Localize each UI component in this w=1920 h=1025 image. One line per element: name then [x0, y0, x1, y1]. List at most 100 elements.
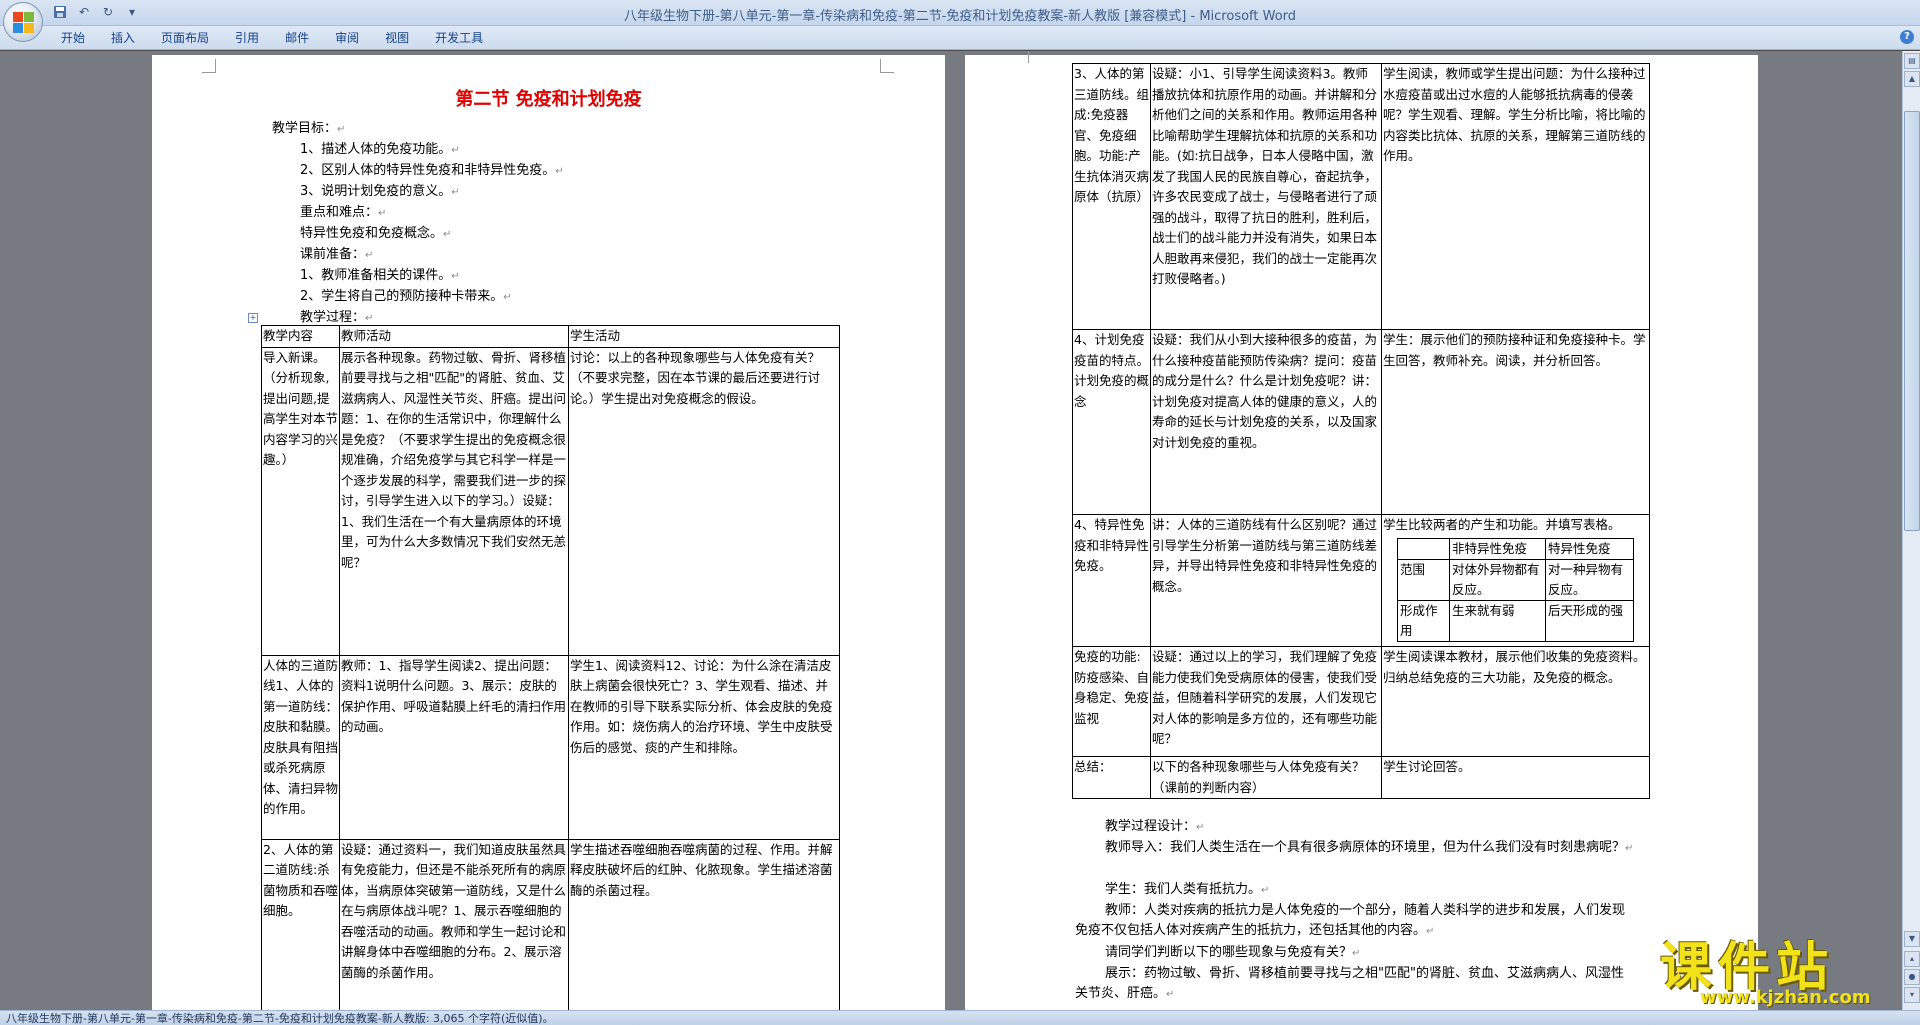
scroll-thumb[interactable]	[1904, 111, 1920, 531]
table-cell: 讨论：以上的各种现象哪些与人体免疫有关？（不要求完整，因在本节课的最后还要进行讨…	[568, 346, 840, 656]
help-icon[interactable]: ?	[1900, 30, 1914, 44]
status-bar: 八年级生物下册-第八单元-第一章-传染病和免疫-第二节-免疫和计划免疫教案-新人…	[0, 1010, 1920, 1025]
window-title: 八年级生物下册-第八单元-第一章-传染病和免疫-第二节-免疫和计划免疫教案-新人…	[623, 9, 1297, 24]
table-cell: 学生阅读，教师或学生提出问题：为什么接种过水痘疫苗或出过水痘的人能够抵抗病毒的侵…	[1381, 63, 1650, 330]
table-header-cell: 教学内容	[261, 325, 340, 348]
table-cell: 导入新课。（分析现象,提出问题,提高学生对本节内容学习的兴趣。）	[261, 346, 340, 656]
document-workspace: 第二节 免疫和计划免疫 教学目标：↵ 1、描述人体的免疫功能。↵ 2、区别人体的…	[0, 51, 1902, 1010]
table-cell: 设疑：我们从小到大接种很多的疫苗，为什么接种疫苗能预防传染病？提问：疫苗的成分是…	[1150, 329, 1382, 515]
title-bar: ↶ ↻ ▾ 八年级生物下册-第八单元-第一章-传染病和免疫-第二节-免疫和计划免…	[0, 0, 1920, 42]
comparison-cell: 生来就有弱	[1449, 599, 1546, 642]
table-row: 2、人体的第二道防线:杀菌物质和吞噬细胞。 设疑：通过资料一，我们知道皮肤虽然具…	[261, 838, 840, 1010]
redo-icon[interactable]: ↻	[98, 3, 118, 21]
comparison-cell: 对体外异物都有反应。	[1449, 558, 1546, 601]
table-cell: 设疑：通过以上的学习，我们理解了免疫能力使我们免受病原体的侵害，使我们受益，但随…	[1150, 646, 1382, 757]
comparison-cell: 形成作用	[1397, 599, 1450, 642]
table-cell: 人体的三道防线1、人体的第一道防线：皮肤和黏膜。皮肤具有阻挡或杀死病原体、清扫异…	[261, 654, 340, 840]
comparison-cell: 对一种异物有反应。	[1545, 558, 1634, 601]
table-cell: 学生讨论回答。	[1381, 756, 1650, 799]
table-cell: 2、人体的第二道防线:杀菌物质和吞噬细胞。	[261, 838, 340, 1010]
table-cell: 设疑：小1、引导学生阅读资料3。教师播放抗体和抗原作用的动画。并讲解和分析他们之…	[1150, 63, 1382, 330]
table-row: 4、计划免疫疫苗的特点。计划免疫的概念 设疑：我们从小到大接种很多的疫苗，为什么…	[1072, 329, 1650, 515]
table-header-cell: 学生活动	[568, 325, 840, 348]
table-row: 总结： 以下的各种现象哪些与人体免疫有关？（课前的判断内容） 学生讨论回答。	[1072, 756, 1650, 799]
body-line: 展示：药物过敏、骨折、肾移植前要寻找与之相"匹配"的肾脏、贫血、艾滋病病人、风湿…	[1075, 966, 1624, 1001]
margin-corner-mark	[1015, 51, 1029, 63]
lesson-table-page2: 3、人体的第三道防线。组成:免疫器官、免疫细胞。功能:产生抗体消灭病原体（抗原）…	[1072, 63, 1650, 799]
scroll-up-icon[interactable]: ▲	[1904, 71, 1920, 87]
body-line: 学生：我们人类有抵抗力。↵	[1105, 882, 1270, 897]
table-cell: 总结：	[1072, 756, 1151, 799]
document-page-2[interactable]: 3、人体的第三道防线。组成:免疫器官、免疫细胞。功能:产生抗体消灭病原体（抗原）…	[965, 51, 1758, 1010]
vertical-scrollbar[interactable]: ▤ ▲ ▼ ▴ ● ▾	[1902, 51, 1920, 1010]
table-cell: 免疫的功能:防疫感染、自身稳定、免疫监视	[1072, 646, 1151, 757]
undo-icon[interactable]: ↶	[74, 3, 94, 21]
table-row: 导入新课。（分析现象,提出问题,提高学生对本节内容学习的兴趣。） 展示各种现象。…	[261, 346, 840, 656]
margin-corner-mark	[202, 59, 216, 73]
ruler-toggle-icon[interactable]: ▤	[1904, 53, 1920, 69]
table-cell: 学生比较两者的产生和功能。并填写表格。 非特异性免疫 特异性免疫 范围 对体外异…	[1381, 514, 1650, 647]
table-row: 3、人体的第三道防线。组成:免疫器官、免疫细胞。功能:产生抗体消灭病原体（抗原）…	[1072, 63, 1650, 330]
body-line: 请同学们判断以下的哪些现象与免疫有关？↵	[1105, 945, 1361, 960]
table-cell: 展示各种现象。药物过敏、骨折、肾移植前要寻找与之相"匹配"的肾脏、贫血、艾滋病病…	[339, 346, 569, 656]
intro-line: 教学目标：↵	[272, 121, 346, 136]
save-icon[interactable]	[50, 3, 70, 21]
office-logo-icon	[13, 12, 35, 34]
intro-line: 课前准备：↵	[300, 247, 374, 262]
table-cell-text: 学生比较两者的产生和功能。并填写表格。	[1383, 517, 1621, 532]
intro-line: 1、描述人体的免疫功能。↵	[300, 142, 460, 157]
ribbon-tab[interactable]: 插入	[98, 29, 148, 48]
intro-line: 2、学生将自己的预防接种卡带来。↵	[300, 289, 512, 304]
ribbon-tab[interactable]: 引用	[222, 29, 272, 48]
comparison-row: 范围 对体外异物都有反应。 对一种异物有反应。	[1397, 558, 1634, 601]
table-header-row: 教学内容 教师活动 学生活动	[261, 325, 840, 348]
table-cell: 学生阅读课本教材，展示他们收集的免疫资料。归纳总结免疫的三大功能，及免疫的概念。	[1381, 646, 1650, 757]
table-cell: 4、计划免疫疫苗的特点。计划免疫的概念	[1072, 329, 1151, 515]
ribbon-tab[interactable]: 页面布局	[148, 29, 222, 48]
document-page-1[interactable]: 第二节 免疫和计划免疫 教学目标：↵ 1、描述人体的免疫功能。↵ 2、区别人体的…	[152, 55, 945, 1010]
comparison-cell: 后天形成的强	[1545, 599, 1634, 642]
margin-corner-mark	[880, 59, 894, 73]
watermark-url: www.kjzhan.com	[1700, 987, 1871, 1008]
scroll-down-icon[interactable]: ▼	[1904, 931, 1920, 947]
body-line: 教师导入：我们人类生活在一个具有很多病原体的环境里，但为什么我们没有时刻患病呢？…	[1105, 840, 1634, 855]
intro-line: 2、区别人体的特异性免疫和非特异性免疫。↵	[300, 163, 564, 178]
document-title: 第二节 免疫和计划免疫	[455, 89, 642, 110]
ribbon-tab[interactable]: 审阅	[322, 29, 372, 48]
lesson-table-page1: 教学内容 教师活动 学生活动 导入新课。（分析现象,提出问题,提高学生对本节内容…	[261, 325, 840, 1010]
intro-line: 1、教师准备相关的课件。↵	[300, 268, 460, 283]
next-page-icon[interactable]: ▾	[1904, 987, 1920, 1003]
table-row: 人体的三道防线1、人体的第一道防线：皮肤和黏膜。皮肤具有阻挡或杀死病原体、清扫异…	[261, 654, 840, 840]
ribbon-tab[interactable]: 邮件	[272, 29, 322, 48]
table-row: 4、特异性免疫和非特异性免疫。 讲：人体的三道防线有什么区别呢？通过引导学生分析…	[1072, 514, 1650, 647]
table-cell: 学生：展示他们的预防接种证和免疫接种卡。学生回答，教师补充。阅读，并分析回答。	[1381, 329, 1650, 515]
table-move-handle-icon[interactable]: +	[248, 313, 258, 323]
status-text: 八年级生物下册-第八单元-第一章-传染病和免疫-第二节-免疫和计划免疫教案-新人…	[6, 1012, 554, 1025]
ribbon-tab-bar: 开始 插入 页面布局 引用 邮件 审阅 视图 开发工具 ?	[0, 26, 1920, 50]
select-browse-object-icon[interactable]: ●	[1904, 969, 1920, 985]
body-line: 教师：人类对疾病的抵抗力是人体免疫的一个部分，随着人类科学的进步和发展，人们发现…	[1075, 903, 1626, 938]
intro-line: 重点和难点：↵	[300, 205, 387, 220]
table-cell: 学生描述吞噬细胞吞噬病菌的过程、作用。并解释皮肤破坏后的红肿、化脓现象。学生描述…	[568, 838, 840, 1010]
comparison-cell: 非特异性免疫	[1449, 537, 1546, 560]
ribbon-tab[interactable]: 视图	[372, 29, 422, 48]
customize-qat-icon[interactable]: ▾	[122, 3, 142, 21]
body-line: 教学过程设计：↵	[1105, 819, 1205, 834]
previous-page-icon[interactable]: ▴	[1904, 951, 1920, 967]
table-cell: 设疑：通过资料一，我们知道皮肤虽然具有免疫能力，但还是不能杀死所有的病原体，当病…	[339, 838, 569, 1010]
ribbon-tab[interactable]: 开始	[48, 29, 98, 48]
table-cell: 学生1、阅读资料12、讨论：为什么涂在清洁皮肤上病菌会很快死亡？3、学生观看、描…	[568, 654, 840, 840]
office-button[interactable]	[3, 2, 43, 42]
table-cell: 4、特异性免疫和非特异性免疫。	[1072, 514, 1151, 647]
site-watermark-logo: 课件站 www.kjzhan.com	[1660, 925, 1900, 1010]
comparison-header-row: 非特异性免疫 特异性免疫	[1397, 537, 1634, 560]
table-cell: 以下的各种现象哪些与人体免疫有关？（课前的判断内容）	[1150, 756, 1382, 799]
comparison-table: 非特异性免疫 特异性免疫 范围 对体外异物都有反应。 对一种异物有反应。 形成作…	[1397, 537, 1634, 642]
comparison-row: 形成作用 生来就有弱 后天形成的强	[1397, 599, 1634, 642]
table-row: 免疫的功能:防疫感染、自身稳定、免疫监视 设疑：通过以上的学习，我们理解了免疫能…	[1072, 646, 1650, 757]
comparison-cell	[1397, 537, 1450, 560]
table-cell: 教师：1、指导学生阅读2、提出问题：资料1说明什么问题。3、展示：皮肤的保护作用…	[339, 654, 569, 840]
table-header-cell: 教师活动	[339, 325, 569, 348]
comparison-cell: 范围	[1397, 558, 1450, 601]
ribbon-tab[interactable]: 开发工具	[422, 29, 496, 48]
